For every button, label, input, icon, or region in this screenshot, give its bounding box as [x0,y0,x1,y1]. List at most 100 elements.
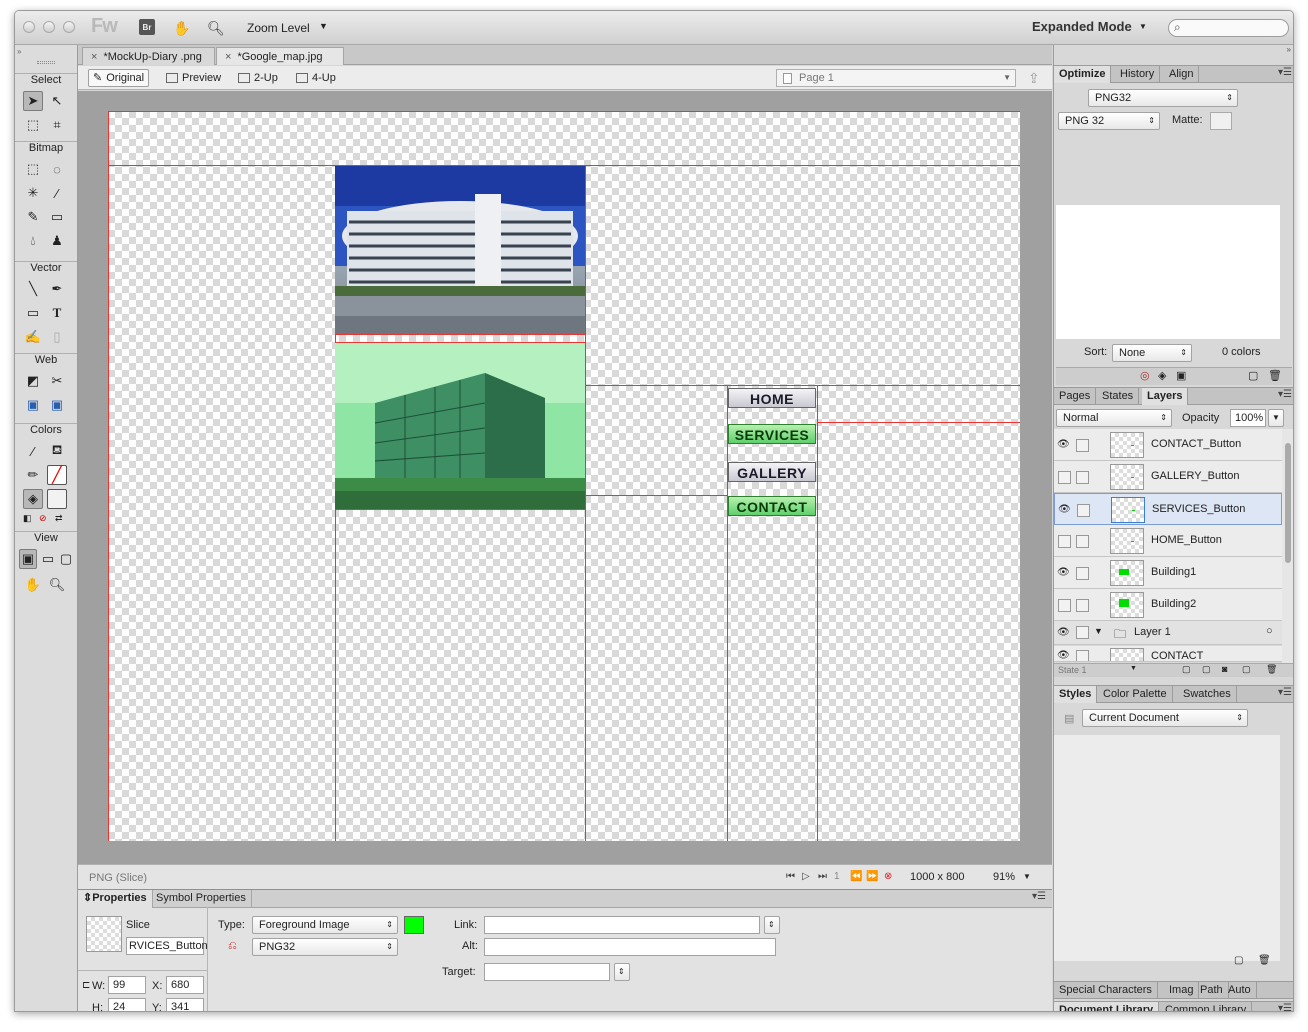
pencil-tool-icon[interactable]: ✎ [23,207,43,227]
eye-icon[interactable]: 👁︎ [1057,567,1071,578]
services-button[interactable]: SERVICES [728,424,816,444]
tab-original[interactable]: ✎ Original [88,69,150,87]
eye-icon[interactable]: 👁︎ [1057,627,1071,638]
eraser-tool-icon[interactable]: ▭ [47,207,67,227]
rectangle-tool-icon[interactable]: ▭ [23,303,43,323]
visibility-checkbox[interactable] [1058,471,1071,484]
layer-row-building2[interactable]: Building2 [1054,589,1282,621]
tab-symbol-properties[interactable]: Symbol Properties [151,890,252,908]
tab-special-characters[interactable]: Special Characters [1054,982,1158,999]
full-screen-mode-icon[interactable]: ▢ [57,549,75,569]
slice-tool-icon[interactable]: ✂ [47,371,67,391]
panel-grip[interactable] [37,61,55,64]
panel-menu-icon[interactable]: ▾☰ [1278,1003,1292,1011]
lock-checkbox[interactable] [1076,567,1089,580]
freeform-tool-icon[interactable]: ✍ [23,327,43,347]
document-canvas[interactable]: HOME SERVICES GALLERY CONTACT [108,111,1020,841]
full-screen-menus-mode-icon[interactable]: ▭ [39,549,57,569]
x-input[interactable]: 680 [166,976,204,994]
tab-swatches[interactable]: Swatches [1178,686,1237,703]
sort-select[interactable]: None ⇕ [1112,344,1192,362]
gallery-button[interactable]: GALLERY [728,462,816,482]
new-bitmap-icon[interactable]: ▢ [1242,664,1251,675]
standard-screen-mode-icon[interactable]: ▣ [19,549,37,569]
tab-align[interactable]: Align [1164,66,1200,83]
lock-color-icon[interactable]: ▣ [1176,369,1186,382]
opacity-dropdown[interactable]: ▼ [1268,409,1284,427]
paint-bucket-tool-icon[interactable]: ⛾ [47,441,67,461]
link-dropdown[interactable]: ⇕ [764,916,780,934]
next-frame-icon[interactable]: ⏩ [866,871,878,882]
lasso-tool-icon[interactable]: ◌ [47,159,67,179]
zoom-window-button[interactable] [63,21,75,33]
optimize-preset-select[interactable]: PNG32 ⇕ [1088,89,1238,107]
chevron-down-icon[interactable]: ▼ [1139,22,1147,31]
layer-row-services-button[interactable]: 👁︎ SERVICES_Button [1054,493,1282,525]
hand-tool-icon[interactable]: ✋ [173,17,190,39]
panel-menu-icon[interactable]: ▾☰ [1032,891,1046,902]
width-input[interactable]: 99 [108,976,146,994]
opacity-input[interactable]: 100% [1230,409,1266,427]
tab-styles[interactable]: Styles [1054,686,1098,703]
tab-common-library[interactable]: Common Library [1160,1002,1253,1011]
zoom-tool-icon[interactable]: 🔍︎ [207,17,225,39]
target-input[interactable] [484,963,610,981]
zoom-level-menu[interactable]: Zoom Level [247,21,310,35]
swap-colors-icon[interactable]: ⇄ [55,513,63,524]
contact-button[interactable]: CONTACT [728,496,816,516]
alt-input[interactable] [484,938,776,956]
lock-checkbox[interactable] [1076,471,1089,484]
scale-tool-icon[interactable]: ⬚ [23,115,43,135]
chevron-down-icon[interactable]: ▼ [319,21,328,31]
minimize-window-button[interactable] [43,21,55,33]
object-name-input[interactable]: RVICES_Button [126,937,208,955]
knife-tool-icon[interactable]: ▯ [47,327,67,347]
line-tool-icon[interactable]: ╲ [23,279,43,299]
panel-menu-icon[interactable]: ▾☰ [1278,389,1292,400]
layer-group-layer1[interactable]: 👁︎ ▼ 🗀 Layer 1 ○ [1054,621,1282,645]
height-input[interactable]: 24 [108,998,146,1011]
color-wheel-icon[interactable]: ◎ [1140,369,1150,382]
lock-checkbox[interactable] [1077,504,1090,517]
new-color-icon[interactable]: ▢ [1248,369,1258,382]
doc-tab-google-map[interactable]: × *Google_map.jpg [216,47,344,65]
tab-states[interactable]: States [1097,388,1140,405]
fill-color-swatch[interactable] [47,489,67,509]
panel-menu-icon[interactable]: ▾☰ [1278,687,1292,698]
tab-document-library[interactable]: Document Library [1054,1002,1160,1011]
close-window-button[interactable] [23,21,35,33]
export-format-select[interactable]: PNG 32 ⇕ [1058,112,1160,130]
building1-image[interactable] [335,166,585,334]
new-style-icon[interactable]: ▢ [1234,955,1243,966]
transparent-color-icon[interactable]: ◈ [1158,369,1166,382]
collapse-icon[interactable]: » [1287,45,1291,54]
blur-tool-icon[interactable]: 💧︎ [23,231,43,251]
tab-layers[interactable]: Layers [1142,388,1189,405]
workspace-switcher[interactable]: Expanded Mode [1032,19,1132,34]
first-frame-icon[interactable]: ⏮ [786,871,795,882]
tab-properties[interactable]: ⇕Properties [78,890,153,908]
layer-row-gallery-button[interactable]: GALLERY_Button [1054,461,1282,493]
chevron-down-icon[interactable]: ▼ [1023,872,1031,881]
rubber-stamp-tool-icon[interactable]: ♟ [47,231,67,251]
hand-tool-icon[interactable]: ✋ [23,575,43,595]
visibility-checkbox[interactable] [1058,599,1071,612]
tab-optimize[interactable]: Optimize [1054,66,1112,83]
format-select[interactable]: PNG32 ⇕ [252,938,398,956]
add-mask-icon[interactable]: ◙ [1222,664,1227,674]
help-search-input[interactable]: ⌕ [1168,19,1289,37]
hide-slices-icon[interactable]: ▣ [23,395,43,415]
close-icon[interactable]: × [91,51,97,63]
tab-2-up[interactable]: 2-Up [234,69,282,87]
previous-frame-icon[interactable]: ⏪ [850,871,862,882]
stop-icon[interactable]: ⊗ [884,871,892,882]
layer-row-contact[interactable]: 👁︎ CONTACT [1054,646,1282,662]
tab-auto-shape-properties[interactable]: Auto [1223,982,1257,999]
eye-icon[interactable]: 👁︎ [1058,504,1072,515]
type-select[interactable]: Foreground Image ⇕ [252,916,398,934]
collapse-icon[interactable]: » [17,47,21,56]
state-select[interactable]: State 1 [1058,665,1087,675]
visibility-checkbox[interactable] [1058,535,1071,548]
lock-checkbox[interactable] [1076,439,1089,452]
styles-library-select[interactable]: Current Document ⇕ [1082,709,1248,727]
